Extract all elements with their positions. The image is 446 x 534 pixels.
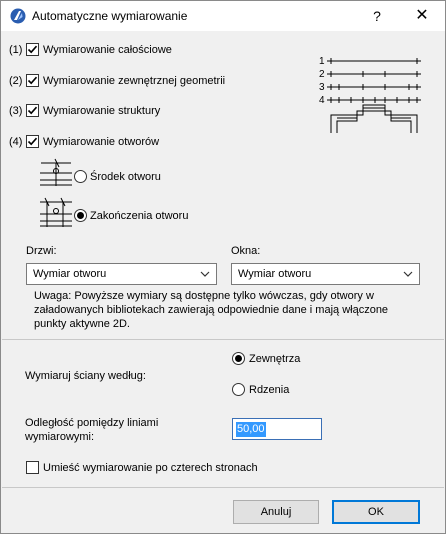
windows-dropdown[interactable]: Wymiar otworu bbox=[231, 263, 420, 285]
doors-label: Drzwi: bbox=[26, 245, 57, 257]
wall-dim-core-label: Rdzenia bbox=[249, 384, 290, 396]
option-3-label: Wymiarowanie struktury bbox=[43, 105, 161, 117]
chevron-down-icon bbox=[403, 271, 413, 277]
four-sides-checkbox[interactable] bbox=[26, 461, 39, 474]
option-1-prefix: (1) bbox=[9, 44, 23, 56]
opening-ends-illustration bbox=[40, 197, 72, 227]
option-4-prefix: (4) bbox=[9, 136, 23, 148]
checkmark-icon bbox=[27, 106, 38, 115]
ok-button[interactable]: OK bbox=[332, 500, 420, 524]
distance-input-value: 50,00 bbox=[236, 422, 266, 437]
distance-label-line2: wymiarowymi: bbox=[25, 431, 95, 443]
option-2-prefix: (2) bbox=[9, 75, 23, 87]
preview-line-label-3: 3 bbox=[319, 82, 325, 93]
option-3-checkbox[interactable] bbox=[26, 104, 39, 117]
dimensioning-dialog: Automatyczne wymiarowanie ? ✕ (1) Wymiar… bbox=[0, 0, 446, 534]
option-3-prefix: (3) bbox=[9, 105, 23, 117]
checkmark-icon bbox=[27, 45, 38, 54]
opening-ends-radio[interactable] bbox=[74, 209, 87, 222]
cancel-button[interactable]: Anuluj bbox=[233, 500, 319, 524]
section-divider bbox=[2, 339, 444, 340]
checkmark-icon bbox=[27, 137, 38, 146]
footer-divider bbox=[2, 487, 444, 488]
close-icon: ✕ bbox=[415, 7, 429, 24]
doors-dropdown-value: Wymiar otworu bbox=[33, 268, 107, 280]
checkmark-icon bbox=[27, 76, 38, 85]
preview-line-label-4: 4 bbox=[319, 95, 325, 106]
help-button[interactable]: ? bbox=[361, 3, 393, 29]
wall-dim-core-radio[interactable] bbox=[232, 383, 245, 396]
option-4-checkbox[interactable] bbox=[26, 135, 39, 148]
distance-label-line1: Odległość pomiędzy liniami bbox=[25, 417, 159, 429]
opening-center-label: Środek otworu bbox=[90, 171, 161, 183]
option-1-label: Wymiarowanie całościowe bbox=[43, 44, 172, 56]
opening-ends-label: Zakończenia otworu bbox=[90, 210, 189, 222]
preview-line-label-2: 2 bbox=[319, 69, 325, 80]
windows-label: Okna: bbox=[231, 245, 261, 257]
wall-dim-label: Wymiaruj ściany według: bbox=[25, 370, 146, 382]
dimension-lines-preview: 1 2 3 4 bbox=[319, 56, 421, 133]
chevron-down-icon bbox=[200, 271, 210, 277]
windows-dropdown-value: Wymiar otworu bbox=[238, 268, 312, 280]
wall-dim-outer-radio[interactable] bbox=[232, 352, 245, 365]
option-2-label: Wymiarowanie zewnętrznej geometrii bbox=[43, 75, 226, 87]
doors-dropdown[interactable]: Wymiar otworu bbox=[26, 263, 217, 285]
preview-line-label-1: 1 bbox=[319, 56, 325, 67]
distance-input[interactable]: 50,00 bbox=[232, 418, 322, 440]
availability-note: Uwaga: Powyższe wymiary są dostępne tylk… bbox=[34, 290, 389, 330]
four-sides-label: Umieść wymiarowanie po czterech stronach bbox=[43, 462, 258, 474]
opening-center-illustration bbox=[40, 158, 72, 186]
close-button[interactable]: ✕ bbox=[405, 3, 439, 29]
opening-center-radio[interactable] bbox=[74, 170, 87, 183]
option-2-checkbox[interactable] bbox=[26, 74, 39, 87]
wall-dim-outer-label: Zewnętrza bbox=[249, 353, 301, 365]
option-4-label: Wymiarowanie otworów bbox=[43, 136, 160, 148]
window-title: Automatyczne wymiarowanie bbox=[32, 9, 188, 23]
title-bar: Automatyczne wymiarowanie ? ✕ bbox=[1, 1, 445, 31]
option-1-checkbox[interactable] bbox=[26, 43, 39, 56]
archicad-app-icon bbox=[10, 8, 26, 24]
